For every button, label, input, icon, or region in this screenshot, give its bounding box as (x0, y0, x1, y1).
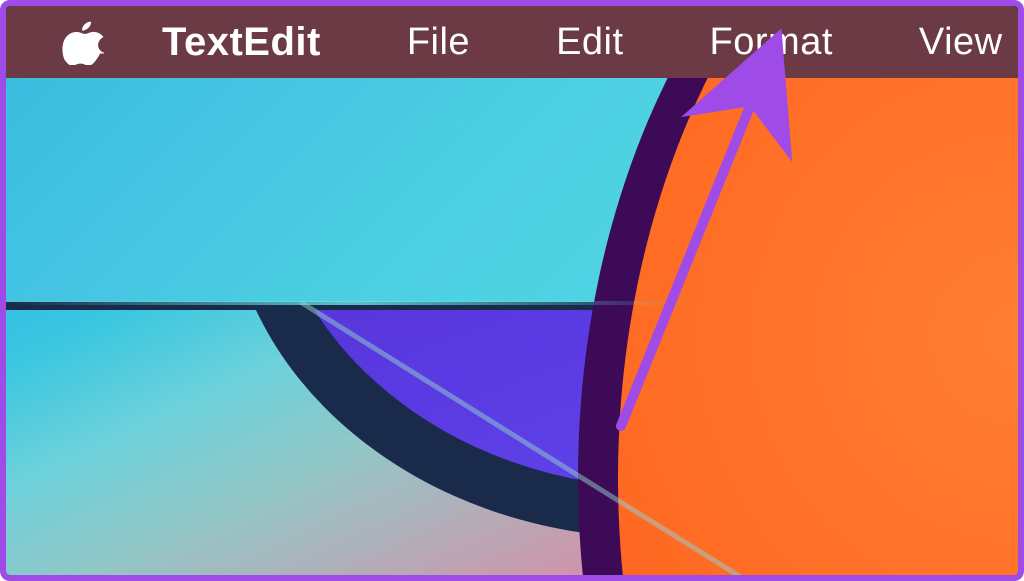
menu-view[interactable]: View (919, 21, 1003, 64)
menu-format[interactable]: Format (710, 21, 833, 64)
annotated-frame: TextEdit File Edit Format View (0, 0, 1024, 581)
apple-menu-icon[interactable] (60, 19, 106, 65)
menu-edit[interactable]: Edit (556, 21, 623, 64)
menu-file[interactable]: File (407, 21, 470, 64)
wallpaper-topleft-panel (6, 78, 686, 302)
annotation-arrow (591, 66, 791, 466)
menu-bar: TextEdit File Edit Format View (6, 6, 1018, 78)
desktop-wallpaper (6, 78, 1018, 575)
menu-app-name[interactable]: TextEdit (162, 20, 321, 65)
